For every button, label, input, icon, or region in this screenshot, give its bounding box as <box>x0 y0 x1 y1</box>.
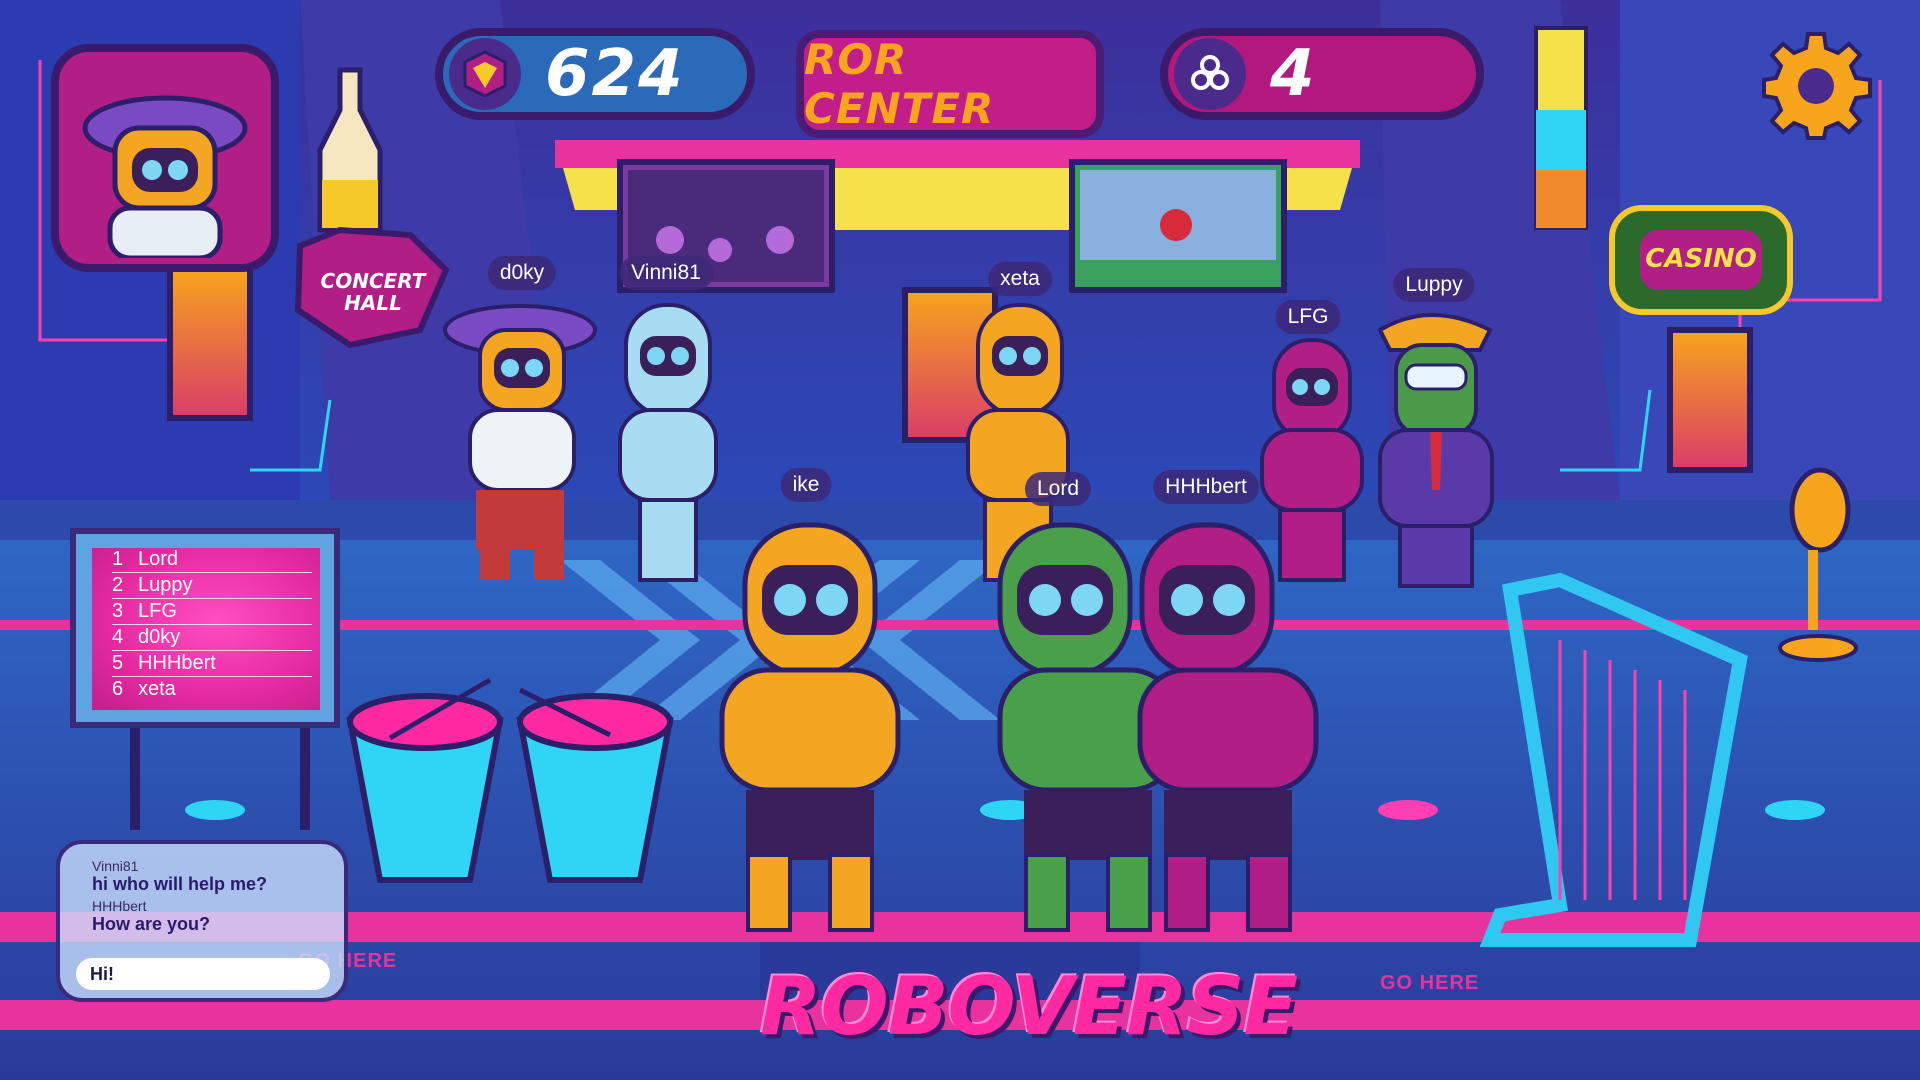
leaderboard-rank: 5 <box>112 652 124 674</box>
leaderboard-rank: 4 <box>112 626 124 648</box>
nametag-luppy: Luppy <box>1393 268 1475 302</box>
nametag-vinni81: Vinni81 <box>619 256 713 290</box>
leaderboard-row: 1 Lord <box>112 548 312 573</box>
leaderboard: 1 Lord 2 Luppy 3 LFG 4 d0ky 5 HHHbert 6 xeta <box>70 528 340 728</box>
leaderboard-row: 3 LFG <box>112 600 312 625</box>
leaderboard-rank: 1 <box>112 548 124 570</box>
robot-d0ky[interactable] <box>443 304 597 580</box>
leaderboard-player: HHHbert <box>138 652 216 674</box>
robot-vinni81[interactable] <box>618 303 718 582</box>
leaderboard-rank: 3 <box>112 600 124 622</box>
nametag-lfg: LFG <box>1275 300 1341 334</box>
leaderboard-row: 2 Luppy <box>112 574 312 599</box>
nametag-xeta: xeta <box>988 262 1052 296</box>
robot-luppy[interactable] <box>1377 313 1494 588</box>
leaderboard-player: LFG <box>138 600 177 622</box>
go-here-marker[interactable]: GO HERE <box>1380 972 1479 995</box>
chat-message: hi who will help me? <box>92 874 268 894</box>
nametag-d0ky: d0ky <box>487 256 557 290</box>
leaderboard-player: xeta <box>138 678 176 700</box>
leaderboard-row: 4 d0ky <box>112 626 312 651</box>
chat-username: Vinni81 <box>92 858 139 874</box>
leaderboard-row: 6 xeta <box>112 678 312 702</box>
leaderboard-screen: 1 Lord 2 Luppy 3 LFG 4 d0ky 5 HHHbert 6 xeta <box>92 548 320 710</box>
nametag-ike: ike <box>780 468 832 502</box>
leaderboard-row: 5 HHHbert <box>112 652 312 677</box>
chat-panel: Vinni81 hi who will help me? HHHbert How… <box>56 840 348 1002</box>
leaderboard-rank: 6 <box>112 678 124 700</box>
chat-message: How are you? <box>92 914 211 934</box>
roboverse-logo: ROBOVERSE <box>760 960 1298 1053</box>
chat-input[interactable] <box>76 958 330 990</box>
nametag-lord: Lord <box>1024 472 1092 506</box>
leaderboard-rank: 2 <box>112 574 124 596</box>
robot-lfg[interactable] <box>1260 338 1364 582</box>
leaderboard-player: Lord <box>138 548 179 570</box>
leaderboard-player: Luppy <box>138 574 193 596</box>
robot-hhhbert[interactable] <box>1137 522 1319 932</box>
nametag-hhhbert: HHHbert <box>1153 470 1259 504</box>
leaderboard-player: d0ky <box>138 626 181 648</box>
robot-ike[interactable] <box>719 522 901 932</box>
chat-username: HHHbert <box>92 898 147 914</box>
